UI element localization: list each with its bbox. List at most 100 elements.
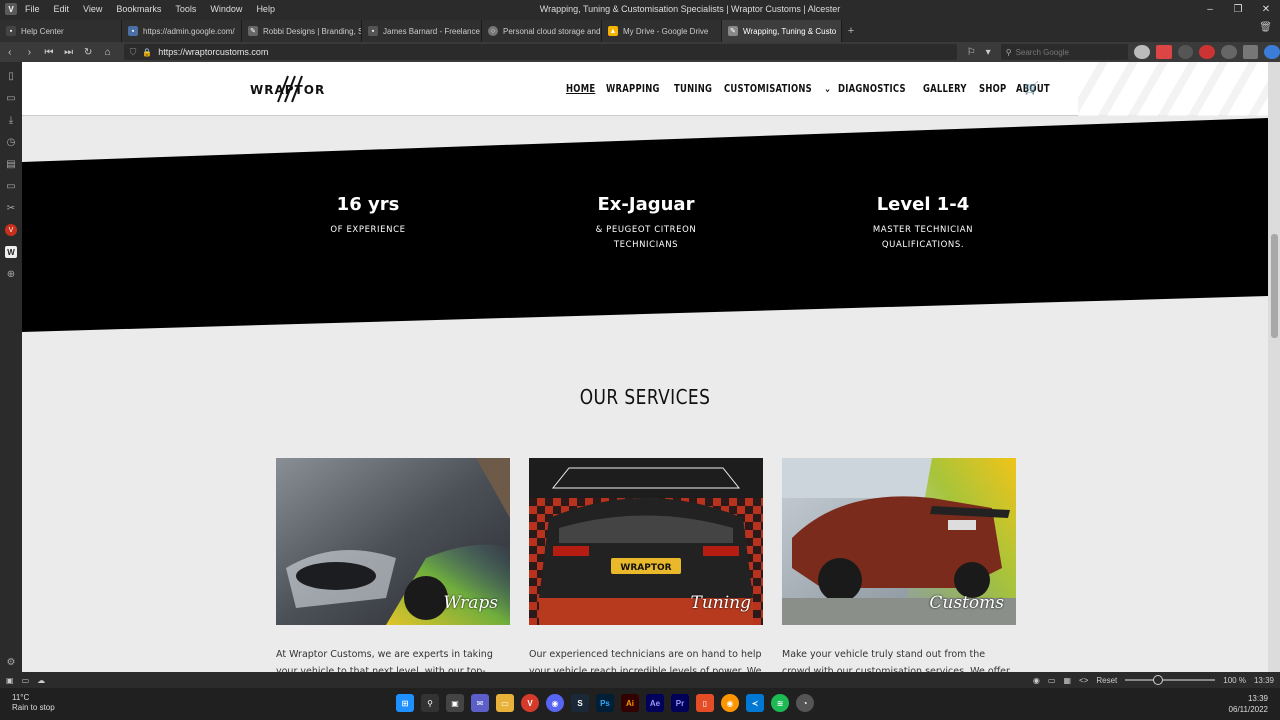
vivaldi-logo-icon[interactable]: V (5, 3, 17, 15)
cart-icon[interactable]: 🛒 (1024, 81, 1039, 95)
file-explorer-icon[interactable]: ▭ (496, 694, 514, 712)
extension-icon[interactable] (1220, 45, 1237, 59)
page-scrollbar[interactable] (1268, 62, 1280, 672)
tab-help-center[interactable]: ▪ Help Center (0, 20, 122, 42)
menu-file[interactable]: File (25, 4, 40, 14)
nav-home[interactable]: HOME (566, 82, 595, 95)
menu-window[interactable]: Window (210, 4, 242, 14)
zoom-level: 100 % (1223, 675, 1246, 685)
search-placeholder: Search Google (1015, 47, 1069, 57)
search-input[interactable]: ⚲ Search Google (1000, 44, 1129, 60)
search-icon[interactable]: ⚲ (421, 694, 439, 712)
menu-view[interactable]: View (83, 4, 102, 14)
extension-icon[interactable] (1199, 45, 1215, 59)
close-icon[interactable]: ✕ (1252, 0, 1280, 18)
tiling-icon[interactable]: ▭ (1048, 676, 1056, 685)
reading-list-icon[interactable]: ▭ (5, 92, 17, 104)
vscode-icon[interactable]: ≺ (746, 694, 764, 712)
back-icon[interactable]: ‹ (0, 47, 20, 58)
shield-icon[interactable]: ⛉ (130, 47, 137, 58)
zoom-slider-knob[interactable] (1153, 675, 1164, 685)
url-input[interactable]: ⛉ 🔒 https://wraptorcustoms.com (123, 44, 957, 60)
service-label: Wraps (443, 593, 498, 613)
panel-toggle-icon[interactable]: ▣ (6, 676, 14, 685)
window-panel-icon[interactable]: ▭ (5, 180, 17, 192)
steam-icon[interactable]: S (571, 694, 589, 712)
service-image-customs[interactable]: Customs (782, 458, 1016, 625)
tab-google-admin[interactable]: ▪ https://admin.google.com/ (122, 20, 242, 42)
taskbar-apps: ⊞ ⚲ ▣ ✉ ▭ V ◉ S Ps Ai Ae Pr ▯ ◉ ≺ ≋ ◔ (396, 694, 814, 712)
notes-icon[interactable]: ▤ (5, 158, 17, 170)
nav-tuning[interactable]: TUNING (674, 82, 712, 95)
menu-tools[interactable]: Tools (175, 4, 196, 14)
add-panel-icon[interactable]: ⊕ (5, 268, 17, 280)
translate-icon[interactable]: ✂ (5, 202, 17, 214)
fast-forward-icon[interactable]: ⏭ (59, 47, 79, 58)
home-icon[interactable]: ⌂ (98, 47, 118, 58)
forward-icon[interactable]: › (20, 47, 40, 58)
nav-customisations[interactable]: CUSTOMISATIONS (724, 82, 812, 95)
premiere-icon[interactable]: Pr (671, 694, 689, 712)
image-toggle-icon[interactable]: ▦ (1063, 676, 1071, 685)
menu-bookmarks[interactable]: Bookmarks (116, 4, 161, 14)
nav-diagnostics[interactable]: DIAGNOSTICS (838, 82, 906, 95)
downloads-icon[interactable]: ⤓ (5, 114, 17, 126)
task-view-icon[interactable]: ▣ (446, 694, 464, 712)
menu-help[interactable]: Help (256, 4, 275, 14)
scrollbar-thumb[interactable] (1271, 234, 1278, 338)
service-image-wraps[interactable]: Wraps (276, 458, 510, 625)
tab-label: My Drive - Google Drive (623, 26, 709, 36)
tab-james-barnard[interactable]: ▪ James Barnard - Freelance (362, 20, 482, 42)
bookmark-icon[interactable]: ⚐ (967, 47, 976, 58)
minimize-icon[interactable]: – (1196, 0, 1224, 18)
app-icon[interactable]: ◔ (796, 694, 814, 712)
bookmarks-panel-icon[interactable]: ▯ (5, 70, 17, 82)
zoom-slider[interactable] (1125, 675, 1216, 685)
closed-tabs-trash-icon[interactable]: 🗑 (1259, 22, 1272, 33)
illustrator-icon[interactable]: Ai (621, 694, 639, 712)
profile-avatar-icon[interactable] (1134, 45, 1150, 59)
vivaldi-icon[interactable]: V (521, 694, 539, 712)
start-windows-icon[interactable]: ⊞ (396, 694, 414, 712)
after-effects-icon[interactable]: Ae (646, 694, 664, 712)
chevron-down-icon[interactable]: ⌄ (824, 82, 831, 95)
camera-icon[interactable]: ◉ (1033, 676, 1040, 685)
maximize-icon[interactable]: ❐ (1224, 0, 1252, 18)
logo-text: WRAPTOR (250, 83, 326, 97)
window-icon[interactable]: ▭ (22, 676, 30, 685)
rewind-icon[interactable]: ⏮ (39, 47, 59, 58)
nav-shop[interactable]: SHOP (979, 82, 1006, 95)
service-image-tuning[interactable]: WRAPTOR Tuning (529, 458, 763, 625)
extension-icon[interactable] (1264, 45, 1280, 59)
discord-icon[interactable]: ◉ (546, 694, 564, 712)
zoom-reset-button[interactable]: Reset (1096, 676, 1117, 685)
vivaldi-panel-icon[interactable]: V (5, 224, 17, 236)
spotify-icon[interactable]: ≋ (771, 694, 789, 712)
teams-chat-icon[interactable]: ✉ (471, 694, 489, 712)
page-actions-icon[interactable]: <> (1079, 676, 1088, 685)
lock-icon[interactable]: 🔒 (142, 48, 152, 57)
tab-google-drive[interactable]: ▲ My Drive - Google Drive (602, 20, 722, 42)
weather-widget[interactable]: 11°C Rain to stop (12, 693, 55, 713)
wikipedia-panel-icon[interactable]: W (5, 246, 17, 258)
extension-icon[interactable] (1155, 45, 1172, 59)
extension-icon[interactable] (1177, 45, 1194, 59)
settings-gear-icon[interactable]: ⚙ (5, 656, 17, 668)
history-icon[interactable]: ◷ (5, 136, 17, 148)
menu-edit[interactable]: Edit (54, 4, 70, 14)
nav-wrapping[interactable]: WRAPPING (606, 82, 660, 95)
taskbar-clock[interactable]: 13:39 06/11/2022 (1229, 693, 1268, 715)
reload-icon[interactable]: ↻ (78, 47, 98, 58)
tab-wraptor-customs[interactable]: ✎ Wrapping, Tuning & Custo (722, 20, 842, 42)
blender-icon[interactable]: ◉ (721, 694, 739, 712)
nav-gallery[interactable]: GALLERY (923, 82, 967, 95)
tab-cloud-storage[interactable]: ○ Personal cloud storage and (482, 20, 602, 42)
photoshop-icon[interactable]: Ps (596, 694, 614, 712)
wraptor-logo[interactable]: WRAPTOR (248, 74, 334, 104)
new-tab-button[interactable]: + (842, 20, 860, 42)
app-icon[interactable]: ▯ (696, 694, 714, 712)
dropdown-chevron-icon[interactable]: ▾ (986, 47, 991, 58)
extension-icon[interactable] (1242, 45, 1259, 59)
tab-robbi-designs[interactable]: ✎ Robbi Designs | Branding, S (242, 20, 362, 42)
cloud-sync-icon[interactable]: ☁ (37, 676, 45, 685)
